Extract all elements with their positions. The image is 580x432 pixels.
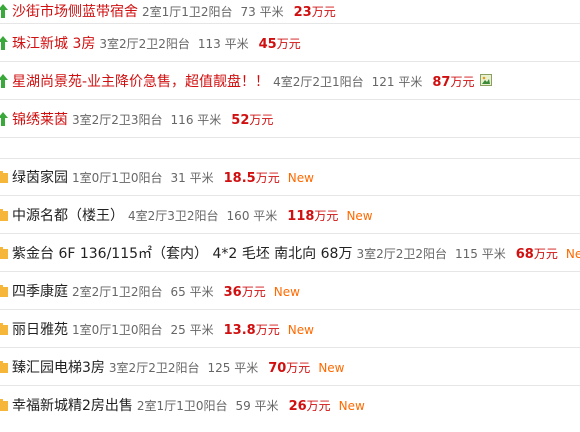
- listing-area: 25 平米: [170, 322, 214, 337]
- listing-title-link[interactable]: 绿茵家园: [12, 167, 68, 187]
- list-item: 臻汇园电梯3房 3室2厅2卫2阳台 125 平米 70 万元 New: [0, 348, 580, 386]
- listing-price: 45: [258, 36, 277, 52]
- price-unit: 万元: [286, 360, 311, 375]
- listing-price: 87: [432, 74, 451, 90]
- listing-layout: 3室2厅2卫2阳台: [99, 36, 190, 51]
- listing-layout: 3室2厅2卫2阳台: [356, 246, 447, 261]
- green-up-arrow-icon: [0, 35, 8, 50]
- list-item: 绿茵家园 1室0厅1卫0阳台 31 平米 18.5 万元 New: [0, 159, 580, 196]
- folder-icon: [0, 170, 8, 184]
- listing-title-link[interactable]: 紫金台 6F 136/115㎡（套内） 4*2 毛坯 南北向 68万: [12, 243, 352, 263]
- listing-price: 70: [268, 360, 287, 376]
- listing-layout: 2室1厅1卫0阳台: [136, 399, 228, 413]
- folder-icon: [0, 360, 8, 374]
- list-item: 丽日雅苑 1室0厅1卫0阳台 25 平米 13.8 万元 New: [0, 310, 580, 348]
- listing-title-link[interactable]: 幸福新城精2房出售: [12, 395, 133, 415]
- listing-area: 59 平米: [235, 399, 279, 413]
- list-item: 星湖尚景苑-业主降价急售，超值靓盘！！ 4室2厅2卫1阳台 121 平米 87 万…: [0, 62, 580, 100]
- listing-price: 118: [287, 208, 315, 224]
- green-up-arrow-icon: [0, 3, 8, 18]
- listing-layout: 2室1厅1卫2阳台: [142, 4, 233, 19]
- new-badge: New: [346, 208, 373, 223]
- listing-layout: 3室2厅2卫3阳台: [72, 112, 163, 127]
- price-unit: 万元: [249, 112, 274, 127]
- new-badge: New: [318, 360, 345, 375]
- listing-price: 52: [231, 112, 250, 128]
- listing-price: 13.8: [223, 322, 256, 338]
- listing-layout: 1室0厅1卫0阳台: [72, 322, 163, 337]
- list-item: 四季康庭 2室2厅1卫2阳台 65 平米 36 万元 New: [0, 272, 580, 310]
- listing-area: 116 平米: [170, 112, 222, 127]
- folder-icon: [0, 398, 8, 412]
- listing-title-link[interactable]: 锦绣莱茵: [12, 109, 68, 129]
- listing-list: 沙街市场侧蓝带宿舍 2室1厅1卫2阳台 73 平米 23 万元 珠江新城 3房 3…: [0, 0, 580, 424]
- list-item: 珠江新城 3房 3室2厅2卫2阳台 113 平米 45 万元: [0, 24, 580, 62]
- listing-layout: 4室2厅3卫2阳台: [128, 208, 219, 223]
- listing-price: 68: [515, 246, 534, 262]
- folder-icon: [0, 246, 8, 260]
- listing-price: 26: [288, 399, 307, 414]
- price-unit: 万元: [533, 246, 558, 261]
- price-unit: 万元: [311, 4, 336, 19]
- section-divider: [0, 138, 580, 159]
- listing-title-link[interactable]: 星湖尚景苑-业主降价急售，超值靓盘！！: [12, 71, 269, 91]
- price-unit: 万元: [241, 284, 266, 299]
- new-badge: New: [287, 171, 314, 185]
- listing-area: 121 平米: [371, 74, 423, 89]
- new-badge: New: [565, 246, 580, 261]
- listing-price: 23: [293, 4, 312, 20]
- listing-title-link[interactable]: 中源名都（楼王）: [12, 205, 124, 225]
- price-unit: 万元: [276, 36, 301, 51]
- folder-icon: [0, 322, 8, 336]
- price-unit: 万元: [255, 171, 280, 185]
- new-badge: New: [287, 322, 314, 337]
- folder-icon: [0, 208, 8, 222]
- price-unit: 万元: [314, 208, 339, 223]
- folder-icon: [0, 284, 8, 298]
- list-item: 沙街市场侧蓝带宿舍 2室1厅1卫2阳台 73 平米 23 万元: [0, 0, 580, 24]
- list-item: 中源名都（楼王） 4室2厅3卫2阳台 160 平米 118 万元 New: [0, 196, 580, 234]
- listing-area: 65 平米: [170, 284, 214, 299]
- new-badge: New: [273, 284, 300, 299]
- green-up-arrow-icon: [0, 111, 8, 126]
- price-unit: 万元: [306, 399, 331, 413]
- list-item: 幸福新城精2房出售 2室1厅1卫0阳台 59 平米 26 万元 New: [0, 386, 580, 424]
- price-unit: 万元: [255, 322, 280, 337]
- list-item: 锦绣莱茵 3室2厅2卫3阳台 116 平米 52 万元: [0, 100, 580, 138]
- listing-layout: 1室0厅1卫0阳台: [72, 171, 163, 185]
- new-badge: New: [338, 399, 365, 413]
- listing-price: 36: [223, 284, 242, 300]
- listing-title-link[interactable]: 沙街市场侧蓝带宿舍: [12, 1, 138, 21]
- listing-title-link[interactable]: 臻汇园电梯3房: [12, 357, 105, 377]
- listing-area: 31 平米: [170, 171, 214, 185]
- listing-price: 18.5: [223, 171, 256, 186]
- listing-area: 125 平米: [207, 360, 259, 375]
- listing-title-link[interactable]: 丽日雅苑: [12, 319, 68, 339]
- listing-title-link[interactable]: 珠江新城 3房: [12, 33, 95, 53]
- photo-icon[interactable]: [480, 73, 493, 86]
- listing-layout: 4室2厅2卫1阳台: [273, 74, 364, 89]
- price-unit: 万元: [450, 74, 475, 89]
- listing-area: 115 平米: [455, 246, 506, 261]
- listing-layout: 3室2厅2卫2阳台: [108, 360, 200, 375]
- listing-layout: 2室2厅1卫2阳台: [72, 284, 163, 299]
- listing-area: 160 平米: [226, 208, 278, 223]
- list-item: 紫金台 6F 136/115㎡（套内） 4*2 毛坯 南北向 68万 3室2厅2…: [0, 234, 580, 272]
- listing-area: 113 平米: [197, 36, 249, 51]
- listing-title-link[interactable]: 四季康庭: [12, 281, 68, 301]
- listing-area: 73 平米: [240, 4, 284, 19]
- green-up-arrow-icon: [0, 73, 8, 88]
